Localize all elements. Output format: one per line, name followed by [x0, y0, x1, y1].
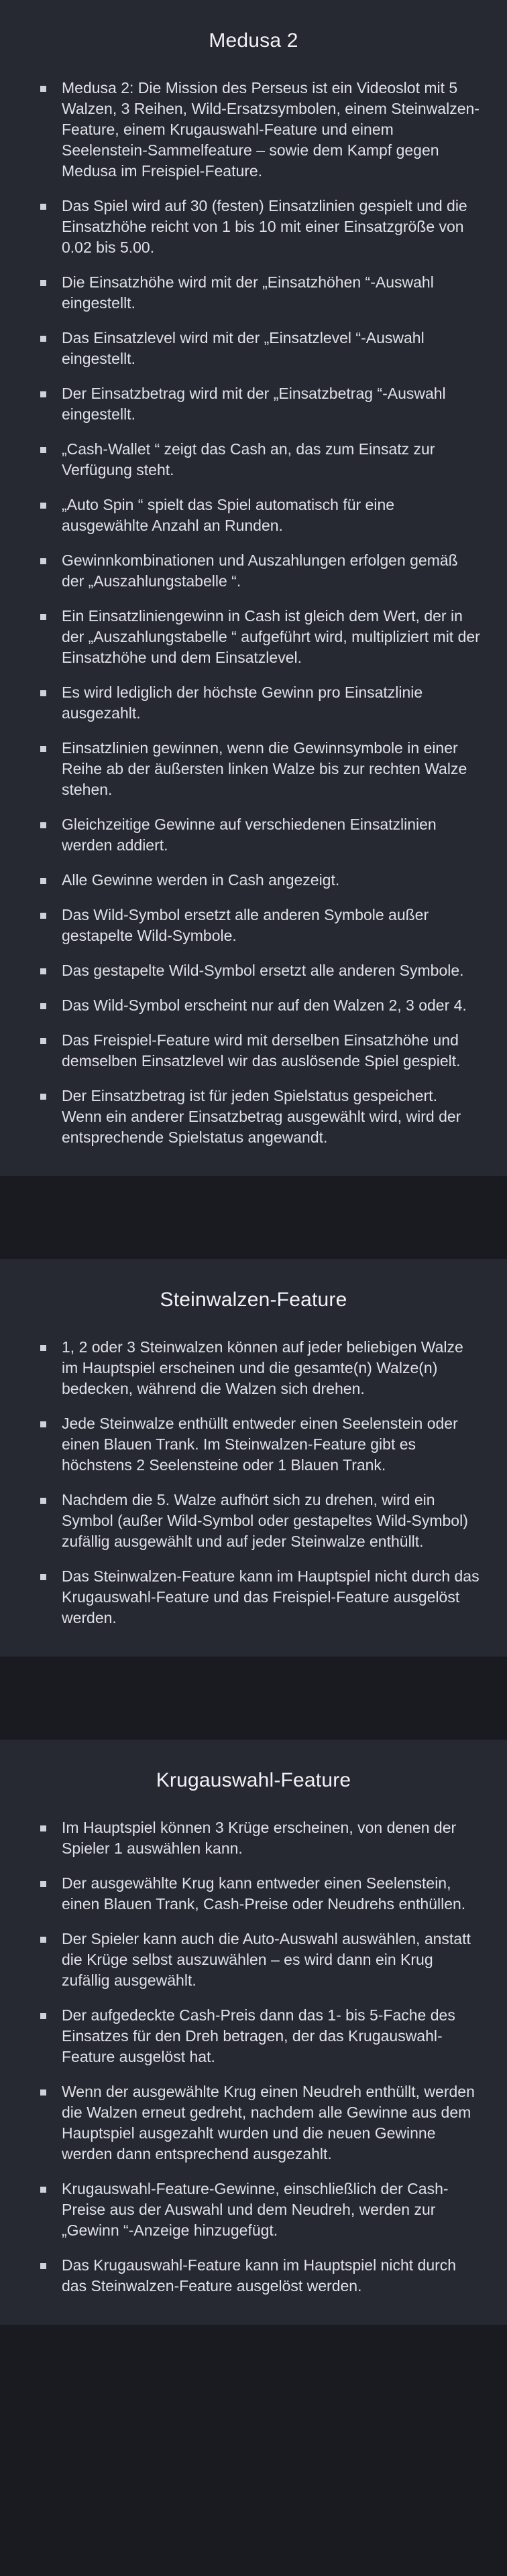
list-item: Das Steinwalzen-Feature kann im Hauptspi… [35, 1566, 480, 1628]
list-item: „Cash-Wallet “ zeigt das Cash an, das zu… [35, 439, 480, 480]
list-item-text: Das Spiel wird auf 30 (festen) Einsatzli… [62, 197, 467, 256]
bullet-icon [40, 822, 46, 828]
bullet-icon [40, 391, 46, 397]
list-item-text: 1, 2 oder 3 Steinwalzen können auf jeder… [62, 1338, 463, 1397]
section-steinwalzen-feature: Steinwalzen-Feature 1, 2 oder 3 Steinwal… [0, 1259, 507, 1657]
section-title: Krugauswahl-Feature [156, 1769, 351, 1791]
list-item-text: Jede Steinwalze enthüllt entweder einen … [62, 1415, 458, 1474]
bullet-icon [40, 1038, 46, 1044]
list-item: Das Einsatzlevel wird mit der „Einsatzle… [35, 328, 480, 369]
list-item-text: Im Hauptspiel können 3 Krüge erscheinen,… [62, 1819, 457, 1857]
bullet-icon [40, 2013, 46, 2019]
list-item-text: Krugauswahl-Feature-Gewinne, einschließl… [62, 2180, 449, 2239]
bullet-icon [40, 1498, 46, 1504]
list-item: Das Wild-Symbol erscheint nur auf den Wa… [35, 995, 480, 1016]
list-item: Im Hauptspiel können 3 Krüge erscheinen,… [35, 1817, 480, 1859]
list-item-text: Das Wild-Symbol erscheint nur auf den Wa… [62, 996, 467, 1014]
list-item-text: Der Spieler kann auch die Auto-Auswahl a… [62, 1930, 471, 1989]
bullet-icon [40, 614, 46, 620]
section-divider [0, 1176, 507, 1259]
bullet-icon [40, 336, 46, 342]
bullet-icon [40, 1094, 46, 1100]
list-item: Das Freispiel-Feature wird mit derselben… [35, 1030, 480, 1072]
bullet-icon [40, 1825, 46, 1831]
bullet-icon [40, 746, 46, 752]
list-item-text: Gleichzeitige Gewinne auf verschiedenen … [62, 816, 437, 854]
list-item-text: Das Wild-Symbol ersetzt alle anderen Sym… [62, 906, 429, 944]
list-item-text: Das Freispiel-Feature wird mit derselben… [62, 1031, 461, 1070]
rules-list: Im Hauptspiel können 3 Krüge erscheinen,… [27, 1817, 480, 2297]
rules-list: 1, 2 oder 3 Steinwalzen können auf jeder… [27, 1337, 480, 1628]
bullet-icon [40, 1345, 46, 1351]
bullet-icon [40, 280, 46, 286]
bullet-icon [40, 2263, 46, 2269]
list-item: Der aufgedeckte Cash-Preis dann das 1- b… [35, 2005, 480, 2067]
bullet-icon [40, 878, 46, 884]
list-item: Das Wild-Symbol ersetzt alle anderen Sym… [35, 905, 480, 946]
list-item-text: Ein Einsatzliniengewinn in Cash ist glei… [62, 607, 480, 666]
list-item-text: Der aufgedeckte Cash-Preis dann das 1- b… [62, 2006, 455, 2065]
list-item: Das Spiel wird auf 30 (festen) Einsatzli… [35, 196, 480, 258]
bullet-icon [40, 913, 46, 919]
list-item: Gleichzeitige Gewinne auf verschiedenen … [35, 814, 480, 856]
list-item-text: Das Steinwalzen-Feature kann im Hauptspi… [62, 1567, 480, 1626]
bullet-icon [40, 2089, 46, 2096]
list-item-text: Der Einsatzbetrag wird mit der „Einsatzb… [62, 385, 446, 423]
section-medusa-2: Medusa 2 Medusa 2: Die Mission des Perse… [0, 0, 507, 1176]
list-item-text: Das Krugauswahl-Feature kann im Hauptspi… [62, 2256, 457, 2295]
list-item-text: Der Einsatzbetrag ist für jeden Spielsta… [62, 1087, 461, 1146]
list-item: Der Spieler kann auch die Auto-Auswahl a… [35, 1929, 480, 1991]
bullet-icon [40, 2187, 46, 2193]
list-item: „Auto Spin “ spielt das Spiel automatisc… [35, 495, 480, 536]
list-item-text: Der ausgewählte Krug kann entweder einen… [62, 1874, 466, 1913]
list-item-text: Einsatzlinien gewinnen, wenn die Gewinns… [62, 739, 467, 798]
bullet-icon [40, 1003, 46, 1009]
bullet-icon [40, 558, 46, 564]
list-item: Wenn der ausgewählte Krug einen Neudreh … [35, 2081, 480, 2165]
list-item: Nachdem die 5. Walze aufhört sich zu dre… [35, 1490, 480, 1552]
list-item-text: Alle Gewinne werden in Cash angezeigt. [62, 871, 340, 889]
list-item: Das Krugauswahl-Feature kann im Hauptspi… [35, 2255, 480, 2297]
list-item-text: Das Einsatzlevel wird mit der „Einsatzle… [62, 329, 425, 367]
list-item: Gewinnkombinationen und Auszahlungen erf… [35, 550, 480, 592]
bullet-icon [40, 503, 46, 509]
bullet-icon [40, 1421, 46, 1427]
list-item: Einsatzlinien gewinnen, wenn die Gewinns… [35, 738, 480, 800]
bullet-icon [40, 204, 46, 210]
bullet-icon [40, 690, 46, 696]
list-item-text: Nachdem die 5. Walze aufhört sich zu dre… [62, 1491, 468, 1550]
list-item: Der ausgewählte Krug kann entweder einen… [35, 1873, 480, 1915]
list-item-text: „Auto Spin “ spielt das Spiel automatisc… [62, 496, 395, 534]
list-item: Krugauswahl-Feature-Gewinne, einschließl… [35, 2179, 480, 2241]
list-item-text: Es wird lediglich der höchste Gewinn pro… [62, 684, 423, 722]
rules-list: Medusa 2: Die Mission des Perseus ist ei… [27, 78, 480, 1148]
list-item: Das gestapelte Wild-Symbol ersetzt alle … [35, 960, 480, 981]
list-item: Es wird lediglich der höchste Gewinn pro… [35, 682, 480, 724]
bullet-icon [40, 1937, 46, 1943]
bullet-icon [40, 86, 46, 92]
list-item-text: Wenn der ausgewählte Krug einen Neudreh … [62, 2083, 475, 2163]
section-divider [0, 1657, 507, 1740]
section-title: Medusa 2 [209, 29, 298, 52]
list-item: Medusa 2: Die Mission des Perseus ist ei… [35, 78, 480, 182]
list-item: 1, 2 oder 3 Steinwalzen können auf jeder… [35, 1337, 480, 1399]
list-item: Der Einsatzbetrag wird mit der „Einsatzb… [35, 383, 480, 425]
list-item-text: Das gestapelte Wild-Symbol ersetzt alle … [62, 962, 464, 979]
rules-page[interactable]: Medusa 2 Medusa 2: Die Mission des Perse… [0, 0, 507, 2576]
list-item-text: Die Einsatzhöhe wird mit der „Einsatzhöh… [62, 273, 434, 312]
list-item: Der Einsatzbetrag ist für jeden Spielsta… [35, 1086, 480, 1148]
bullet-icon [40, 447, 46, 453]
list-item-text: „Cash-Wallet “ zeigt das Cash an, das zu… [62, 440, 435, 478]
list-item: Ein Einsatzliniengewinn in Cash ist glei… [35, 606, 480, 668]
list-item: Die Einsatzhöhe wird mit der „Einsatzhöh… [35, 272, 480, 314]
list-item-text: Medusa 2: Die Mission des Perseus ist ei… [62, 79, 480, 180]
list-item-text: Gewinnkombinationen und Auszahlungen erf… [62, 552, 458, 590]
section-krugauswahl-feature: Krugauswahl-Feature Im Hauptspiel können… [0, 1740, 507, 2325]
list-item: Jede Steinwalze enthüllt entweder einen … [35, 1413, 480, 1476]
bullet-icon [40, 1574, 46, 1580]
bullet-icon [40, 1881, 46, 1887]
bullet-icon [40, 968, 46, 974]
list-item: Alle Gewinne werden in Cash angezeigt. [35, 870, 480, 891]
section-title: Steinwalzen-Feature [160, 1289, 347, 1311]
